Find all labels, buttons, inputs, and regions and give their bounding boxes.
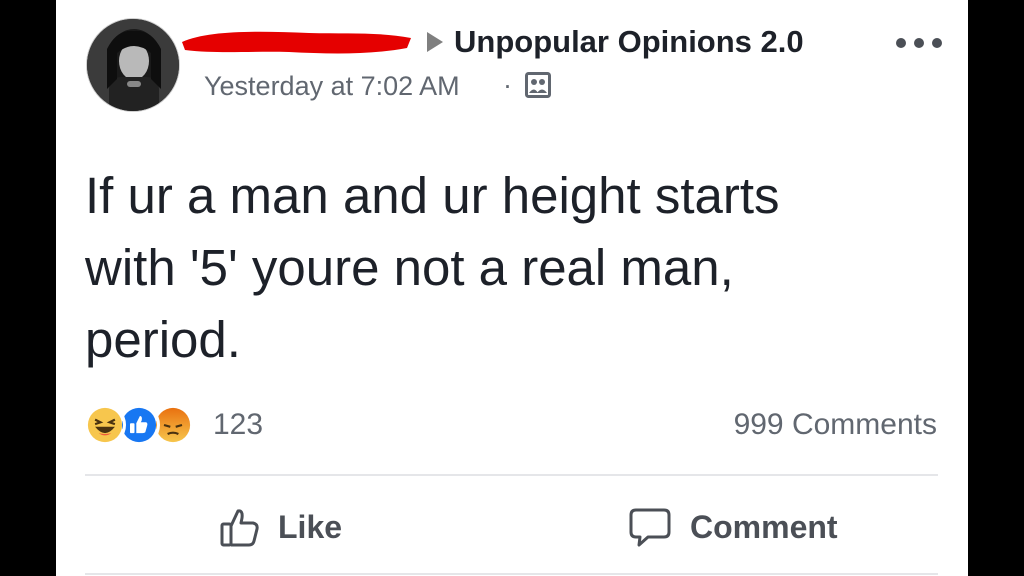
more-dot-icon	[914, 38, 924, 48]
more-options-icon[interactable]	[896, 36, 942, 50]
screenshot-frame: Unpopular Opinions 2.0 Yesterday at 7:02…	[0, 0, 1024, 576]
more-dot-icon	[896, 38, 906, 48]
shared-to-arrow-icon	[427, 32, 443, 52]
post-body-text: If ur a man and ur height starts with '5…	[85, 167, 780, 368]
like-button[interactable]: Like	[220, 500, 342, 554]
post-timestamp[interactable]: Yesterday at 7:02 AM	[204, 71, 460, 102]
reaction-icons[interactable]	[84, 404, 214, 448]
meta-separator: ·	[503, 70, 512, 100]
like-label: Like	[278, 508, 343, 545]
comment-count-link[interactable]: 999 Comments	[734, 408, 937, 442]
speech-bubble-icon	[629, 508, 671, 547]
redacted-author-name	[179, 28, 414, 56]
facebook-post-card: Unpopular Opinions 2.0 Yesterday at 7:02…	[56, 0, 968, 576]
actions-divider	[85, 474, 938, 476]
bottom-divider	[85, 573, 938, 575]
reaction-count[interactable]: 123	[213, 408, 263, 442]
more-dot-icon	[932, 38, 942, 48]
haha-icon	[84, 404, 126, 446]
comment-label: Comment	[690, 508, 838, 545]
group-name-link[interactable]: Unpopular Opinions 2.0	[454, 24, 804, 60]
comment-button[interactable]: Comment	[628, 500, 838, 554]
author-avatar[interactable]	[86, 18, 180, 112]
thumbs-up-icon	[220, 509, 259, 547]
group-audience-icon	[525, 72, 551, 98]
